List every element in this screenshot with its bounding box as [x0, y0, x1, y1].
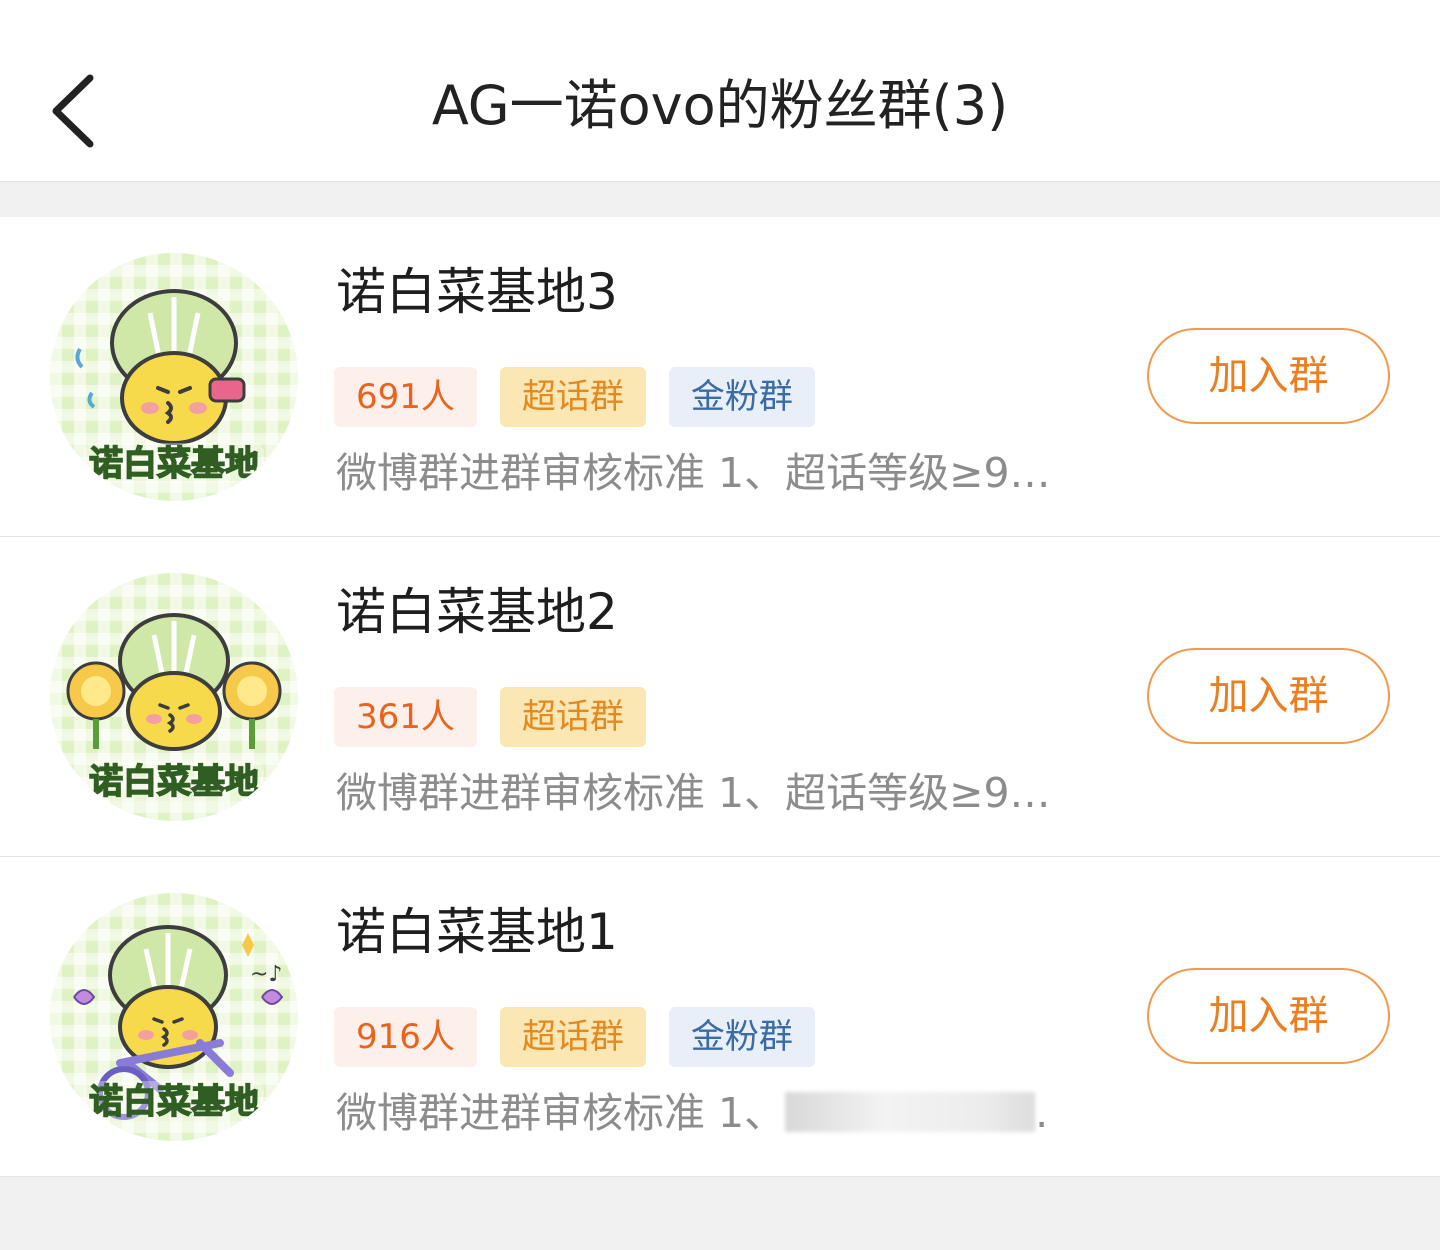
cabbage-chick-avatar-image: 诺白菜基地	[66, 613, 282, 803]
group-description: 微博群进群审核标准 1、.	[336, 1083, 1096, 1143]
join-group-button[interactable]: 加入群	[1147, 648, 1390, 744]
member-count-badge: 361人	[334, 687, 477, 747]
supertopic-group-badge: 超话群	[499, 367, 646, 427]
svg-text:~♪: ~♪	[250, 962, 282, 987]
group-avatar[interactable]: 诺白菜基地	[50, 253, 298, 501]
gold-fan-group-badge: 金粉群	[668, 367, 815, 427]
group-avatar[interactable]: 诺白菜基地	[50, 573, 298, 821]
group-avatar[interactable]: ~♪ 诺白菜基地	[50, 893, 298, 1141]
avatar-logo-text: 诺白菜基地	[89, 762, 259, 802]
avatar-logo-text: 诺白菜基地	[89, 444, 259, 484]
cabbage-chick-avatar-image: ~♪ 诺白菜基地	[73, 925, 284, 1123]
group-name[interactable]: 诺白菜基地3	[336, 257, 618, 327]
join-group-button[interactable]: 加入群	[1147, 968, 1390, 1064]
group-name[interactable]: 诺白菜基地2	[336, 577, 618, 647]
group-list-item[interactable]: 诺白菜基地 诺白菜基地2 361人 超话群 微博群进群审核标准 1、超话等级≥9…	[0, 537, 1440, 857]
avatar-logo-text: 诺白菜基地	[89, 1082, 259, 1122]
gold-fan-group-badge: 金粉群	[668, 1007, 815, 1067]
page-title: AG一诺ovo的粉丝群(3)	[431, 74, 1009, 137]
group-list-item[interactable]: ~♪ 诺白菜基地 诺白菜基地1 916人 超话群 金粉群 微博群进群审核标准 1…	[0, 857, 1440, 1177]
group-tags: 916人 超话群 金粉群	[334, 1007, 815, 1067]
group-name[interactable]: 诺白菜基地1	[336, 897, 618, 967]
group-description-ellipsis: .	[1035, 1089, 1049, 1137]
group-list-item[interactable]: 诺白菜基地 诺白菜基地3 691人 超话群 金粉群 微博群进群审核标准 1、超话…	[0, 217, 1440, 537]
join-group-button[interactable]: 加入群	[1147, 328, 1390, 424]
group-tags: 691人 超话群 金粉群	[334, 367, 815, 427]
fan-group-list: 诺白菜基地 诺白菜基地3 691人 超话群 金粉群 微博群进群审核标准 1、超话…	[0, 217, 1440, 1177]
top-nav-bar: AG一诺ovo的粉丝群(3)	[0, 0, 1440, 182]
group-description: 微博群进群审核标准 1、超话等级≥9…	[336, 769, 1051, 817]
supertopic-group-badge: 超话群	[499, 687, 646, 747]
cabbage-chick-avatar-image: 诺白菜基地	[75, 289, 264, 485]
member-count-badge: 916人	[334, 1007, 477, 1067]
redacted-text-blur	[785, 1092, 1036, 1132]
group-description: 微博群进群审核标准 1、超话等级≥9…	[336, 449, 1051, 497]
group-description-text: 微博群进群审核标准 1、	[336, 1089, 786, 1137]
supertopic-group-badge: 超话群	[499, 1007, 646, 1067]
member-count-badge: 691人	[334, 367, 477, 427]
group-tags: 361人 超话群	[334, 687, 646, 747]
